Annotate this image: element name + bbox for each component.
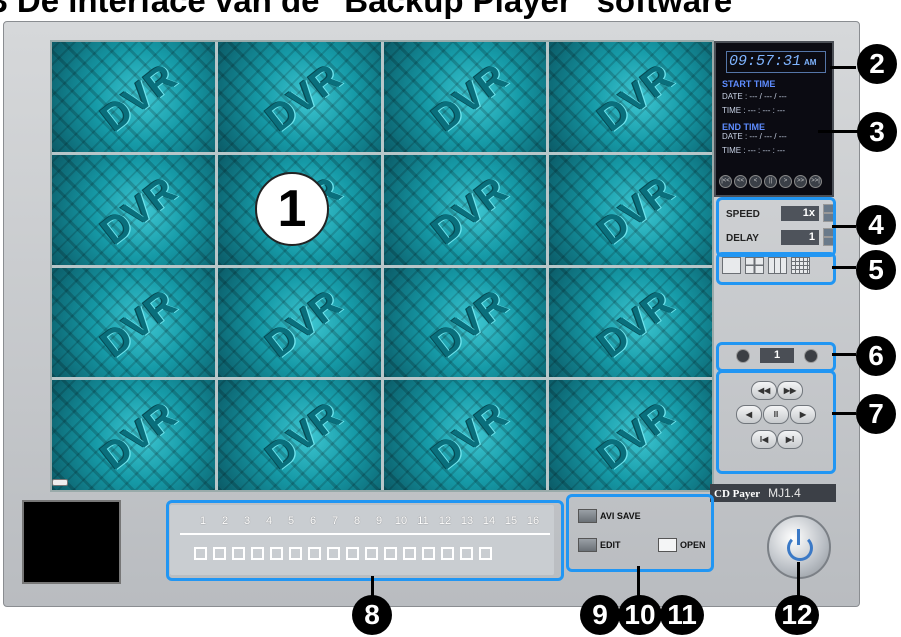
- callout-box-5: [716, 252, 836, 285]
- video-tile[interactable]: DVR: [549, 42, 712, 152]
- lcd-fast-forward-button[interactable]: >>: [794, 175, 807, 188]
- time-info-panel: 09:57:31 AM START TIME DATE : --- / --- /…: [714, 41, 834, 197]
- end-time: TIME : --- : --- : ---: [722, 146, 786, 155]
- leader-5: [832, 266, 856, 269]
- callout-11: 11: [660, 595, 704, 635]
- video-tile[interactable]: DVR: [217, 380, 381, 490]
- lcd-forward-button[interactable]: >: [779, 175, 792, 188]
- callout-5: 5: [856, 250, 896, 290]
- callout-3: 3: [857, 112, 897, 152]
- tile-label: DVR: [93, 281, 185, 366]
- start-time-title: START TIME: [722, 79, 776, 89]
- page-heading: 3-3 De interface van de "Backup Player" …: [0, 0, 733, 19]
- callout-2: 2: [857, 44, 897, 84]
- leader-3: [818, 130, 858, 133]
- tile-label: DVR: [424, 168, 517, 254]
- lcd-last-button[interactable]: >>|: [809, 175, 822, 188]
- end-date: DATE : --- / --- / ---: [722, 132, 787, 141]
- lcd-first-button[interactable]: |<<: [719, 175, 732, 188]
- callout-box-4: [716, 197, 836, 257]
- tile-label: DVR: [424, 56, 517, 141]
- video-grid: DVR DVR DVR DVR DVR DVR DVR DVR DVR DVR DVR DVR DVR D…: [50, 40, 714, 492]
- callout-box-7: [716, 370, 836, 474]
- tile-label: DVR: [93, 168, 185, 254]
- tile-label: DVR: [424, 281, 517, 366]
- video-tile[interactable]: DVR: [52, 380, 215, 490]
- video-tile[interactable]: DVR: [217, 267, 381, 378]
- brand-version: MJ1.4: [768, 486, 801, 500]
- tile-label: DVR: [258, 56, 351, 141]
- clock-time: 09:57:31: [729, 53, 802, 70]
- end-time-title: END TIME: [722, 122, 766, 132]
- video-tile[interactable]: DVR: [52, 42, 215, 152]
- video-tile[interactable]: DVR: [383, 380, 547, 490]
- video-tile[interactable]: DVR: [217, 42, 381, 152]
- video-tile[interactable]: DVR: [383, 42, 547, 152]
- video-tile[interactable]: DVR: [383, 267, 547, 378]
- leader-9-11: [637, 566, 640, 596]
- leader-6: [832, 353, 856, 356]
- leader-4: [832, 225, 856, 228]
- lcd-back-button[interactable]: <: [749, 175, 762, 188]
- callout-7: 7: [856, 394, 896, 434]
- callout-9: 9: [580, 595, 620, 635]
- callout-8: 8: [352, 595, 392, 635]
- tile-label: DVR: [258, 394, 351, 479]
- brand-strip: CD Payer MJ1.4: [710, 484, 836, 502]
- leader-12: [797, 562, 800, 598]
- tile-label: DVR: [590, 168, 682, 254]
- tile-label: DVR: [590, 56, 682, 141]
- tile-label: DVR: [93, 56, 185, 141]
- seek-handle[interactable]: [52, 479, 68, 486]
- callout-4: 4: [856, 205, 896, 245]
- video-tile[interactable]: DVR: [549, 154, 712, 265]
- clock-display: 09:57:31 AM: [726, 51, 826, 73]
- leader-7: [832, 412, 856, 415]
- tile-label: DVR: [590, 281, 682, 366]
- callout-main: 1: [255, 172, 329, 246]
- preview-window: [22, 500, 121, 584]
- lcd-controls: |<< << < || > >> >>|: [719, 175, 822, 188]
- callout-12: 12: [775, 595, 819, 635]
- tile-label: DVR: [93, 394, 185, 479]
- callout-box-8: [166, 500, 564, 581]
- callout-box-6: [716, 342, 836, 372]
- video-tile[interactable]: DVR: [383, 154, 547, 265]
- lcd-pause-button[interactable]: ||: [764, 175, 777, 188]
- callout-box-9-11: [566, 494, 714, 572]
- leader-2: [830, 66, 856, 69]
- lcd-rewind-button[interactable]: <<: [734, 175, 747, 188]
- video-tile[interactable]: DVR: [549, 267, 712, 378]
- tile-label: DVR: [590, 394, 682, 479]
- start-date: DATE : --- / --- / ---: [722, 92, 787, 101]
- callout-6: 6: [856, 336, 896, 376]
- tile-label: DVR: [424, 394, 517, 479]
- callout-10: 10: [618, 595, 662, 635]
- video-tile[interactable]: DVR: [52, 154, 215, 265]
- video-tile[interactable]: DVR: [52, 267, 215, 378]
- clock-ampm: AM: [804, 58, 817, 67]
- video-tile[interactable]: DVR: [549, 380, 712, 490]
- tile-label: DVR: [258, 281, 351, 366]
- brand-name: CD Payer: [714, 488, 761, 500]
- start-time: TIME : --- : --- : ---: [722, 106, 786, 115]
